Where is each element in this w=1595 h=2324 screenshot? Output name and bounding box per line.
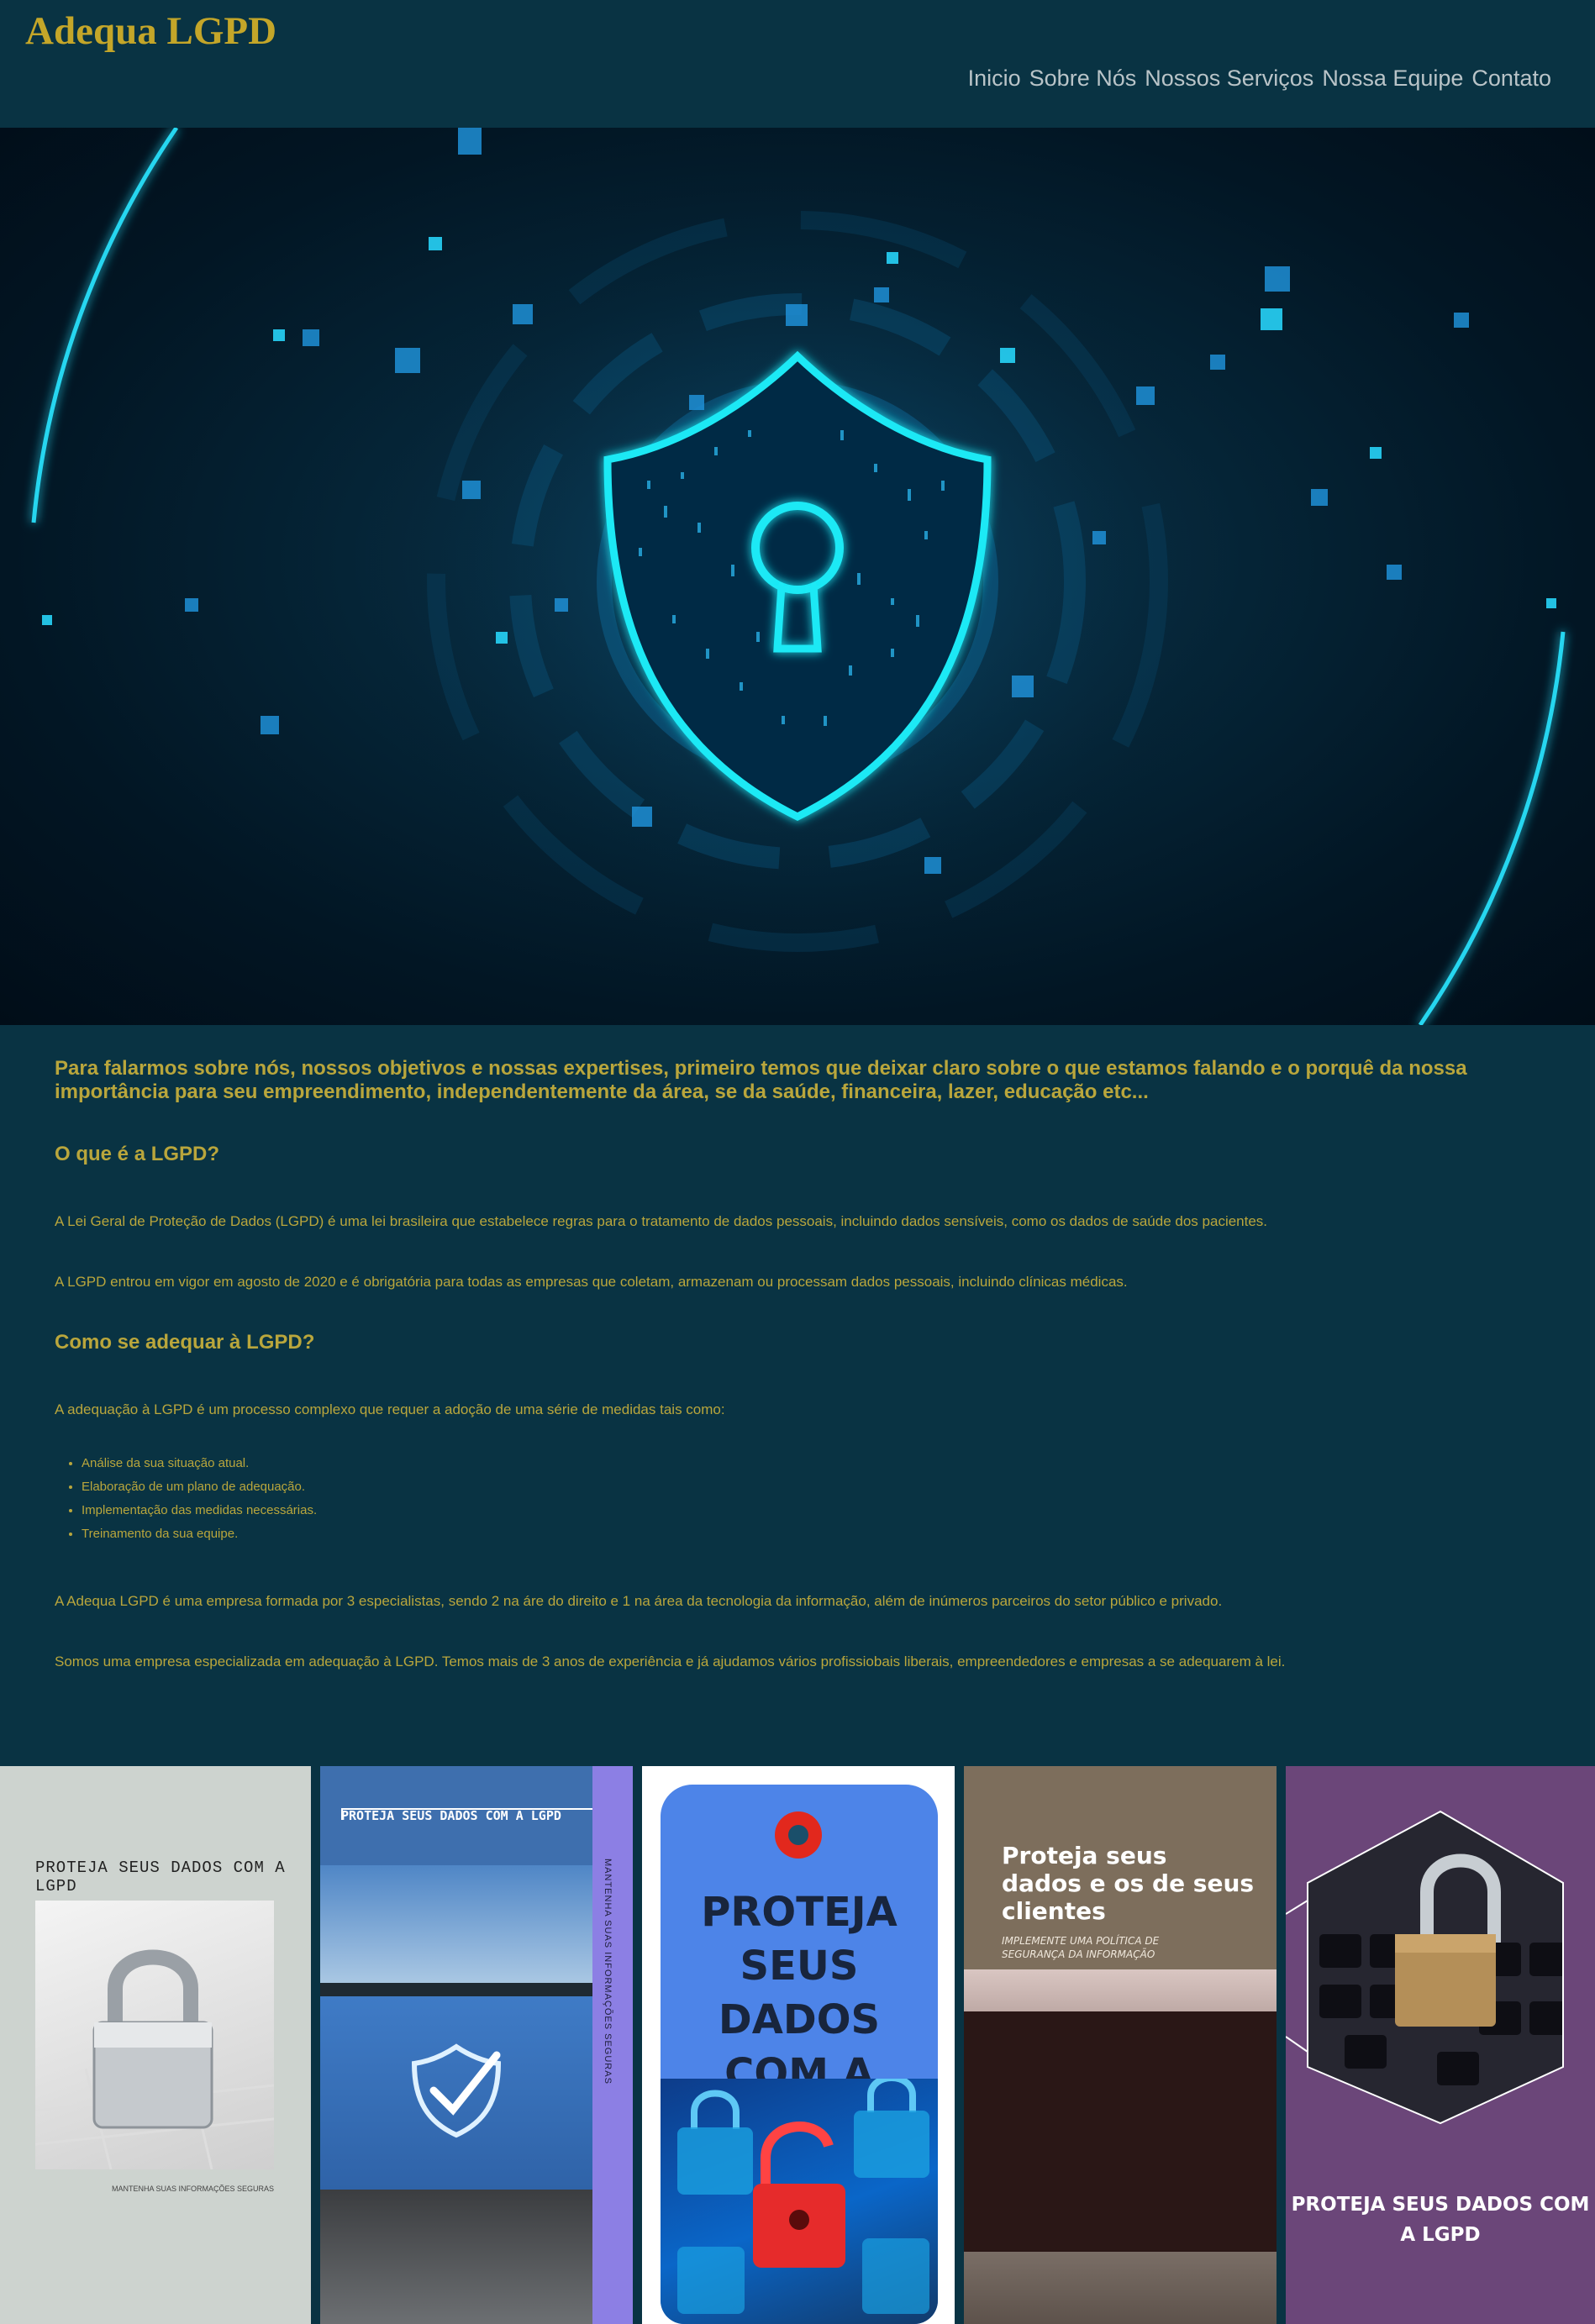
laptop-bezel bbox=[320, 1983, 592, 1996]
paragraph-adequacao-intro: A adequação à LGPD é um processo complex… bbox=[55, 1401, 725, 1417]
side-text: MANTENHA SUAS INFORMAÇÕES SEGURAS bbox=[603, 1859, 613, 2085]
list-item: Treinamento da sua equipe. bbox=[82, 1522, 317, 1546]
list-item: Elaboração de um plano de adequação. bbox=[82, 1475, 317, 1499]
poster-card-hexagon-padlock[interactable]: PROTEJA SEUS DADOS COM A LGPD bbox=[1286, 1766, 1595, 2324]
paragraph-lgpd-definition: A Lei Geral de Proteção de Dados (LGPD) … bbox=[55, 1213, 1268, 1229]
poster-gallery: PROTEJA SEUS DADOS COM A LGPD MANTENHA S… bbox=[0, 1766, 1595, 2324]
about-content: Para falarmos sobre nós, nossos objetivo… bbox=[55, 1025, 1550, 1669]
title-line: Proteja seus bbox=[1002, 1842, 1167, 1869]
main-nav: Inicio Sobre Nós Nossos Serviços Nossa E… bbox=[968, 66, 1551, 92]
frame-line bbox=[341, 1808, 343, 1820]
side-band: MANTENHA SUAS INFORMAÇÕES SEGURAS bbox=[592, 1766, 633, 2324]
poster-title: PROTEJA SEUS DADOS COM A LGPD bbox=[35, 1859, 286, 1895]
record-icon-core bbox=[788, 1825, 808, 1845]
headline-line: PROTEJA bbox=[701, 1889, 898, 1936]
poster-title: PROTEJA SEUS DADOS COM A LGPD bbox=[1286, 2190, 1595, 2250]
poster-frame: PROTEJA SEUS DADOS COM A LGPD bbox=[661, 1785, 938, 2324]
poster-title: PROTEJA SEUS DADOS COM A LGPD bbox=[341, 1808, 561, 1823]
laptop-screen bbox=[964, 2011, 1277, 2252]
hero-banner bbox=[0, 128, 1595, 1025]
heading-o-que-e-lgpd: O que é a LGPD? bbox=[55, 1143, 220, 1165]
laptop-lid bbox=[964, 1969, 1277, 2011]
lead-paragraph: Para falarmos sobre nós, nossos objetivo… bbox=[55, 1057, 1467, 1103]
site-header: Adequa LGPD Inicio Sobre Nós Nossos Serv… bbox=[0, 0, 1595, 128]
poster-subtitle: IMPLEMENTE UMA POLÍTICA DE SEGURANÇA DA … bbox=[1002, 1934, 1159, 1961]
hero-shield-illustration bbox=[31, 128, 1566, 1025]
subtitle-line: IMPLEMENTE UMA POLÍTICA DE bbox=[1002, 1935, 1160, 1947]
padlock-icon-group bbox=[677, 2074, 929, 2314]
shield-check-icon bbox=[411, 2043, 502, 2138]
paragraph-empresa-experiencia: Somos uma empresa especializada em adequ… bbox=[55, 1654, 1286, 1669]
poster-card-shield-laptop[interactable]: PROTEJA SEUS DADOS COM A LGPD MANTENHA S… bbox=[320, 1766, 633, 2324]
title-line: clientes bbox=[1002, 1897, 1106, 1925]
title-line: A LGPD bbox=[1400, 2224, 1481, 2246]
poster-title: Proteja seus dados e os de seus clientes bbox=[1002, 1842, 1254, 1925]
nav-sobre-nos[interactable]: Sobre Nós bbox=[1029, 66, 1137, 92]
title-line: dados e os de seus bbox=[1002, 1869, 1255, 1897]
sky-photo bbox=[320, 1865, 592, 1983]
list-item: Análise da sua situação atual. bbox=[82, 1452, 317, 1475]
nav-nossos-servicos[interactable]: Nossos Serviços bbox=[1145, 66, 1313, 92]
laptop-keyboard bbox=[964, 2252, 1277, 2324]
subtitle-line: SEGURANÇA DA INFORMAÇÃO bbox=[1002, 1948, 1155, 1960]
padlock-photo bbox=[34, 1901, 275, 2170]
laptop-screen bbox=[320, 1996, 592, 2190]
poster-footer: MANTENHA SUAS INFORMAÇÕES SEGURAS bbox=[111, 2185, 274, 2193]
poster-card-padlock-gray[interactable]: PROTEJA SEUS DADOS COM A LGPD MANTENHA S… bbox=[0, 1766, 311, 2324]
headline-line: SEUS DADOS bbox=[718, 1943, 881, 2043]
frame-line bbox=[341, 1808, 597, 1810]
poster-card-politica-seguranca[interactable]: Proteja seus dados e os de seus clientes… bbox=[964, 1766, 1277, 2324]
paragraph-empresa-especialistas: A Adequa LGPD é uma empresa formada por … bbox=[55, 1593, 1223, 1609]
adequacao-steps-list: Análise da sua situação atual. Elaboraçã… bbox=[55, 1452, 317, 1546]
list-item: Implementação das medidas necessárias. bbox=[82, 1499, 317, 1522]
locks-photo bbox=[661, 2074, 938, 2324]
poster-card-red-lock[interactable]: PROTEJA SEUS DADOS COM A LGPD bbox=[642, 1766, 955, 2324]
nav-contato[interactable]: Contato bbox=[1471, 66, 1551, 92]
brand-logo[interactable]: Adequa LGPD bbox=[25, 8, 276, 54]
heading-como-se-adequar: Como se adequar à LGPD? bbox=[55, 1331, 315, 1354]
paragraph-lgpd-vigor: A LGPD entrou em vigor em agosto de 2020… bbox=[55, 1274, 1128, 1290]
nav-inicio[interactable]: Inicio bbox=[968, 66, 1021, 92]
laptop-keyboard bbox=[320, 2190, 592, 2324]
nav-nossa-equipe[interactable]: Nossa Equipe bbox=[1322, 66, 1463, 92]
title-line: PROTEJA SEUS DADOS COM bbox=[1291, 2194, 1590, 2216]
